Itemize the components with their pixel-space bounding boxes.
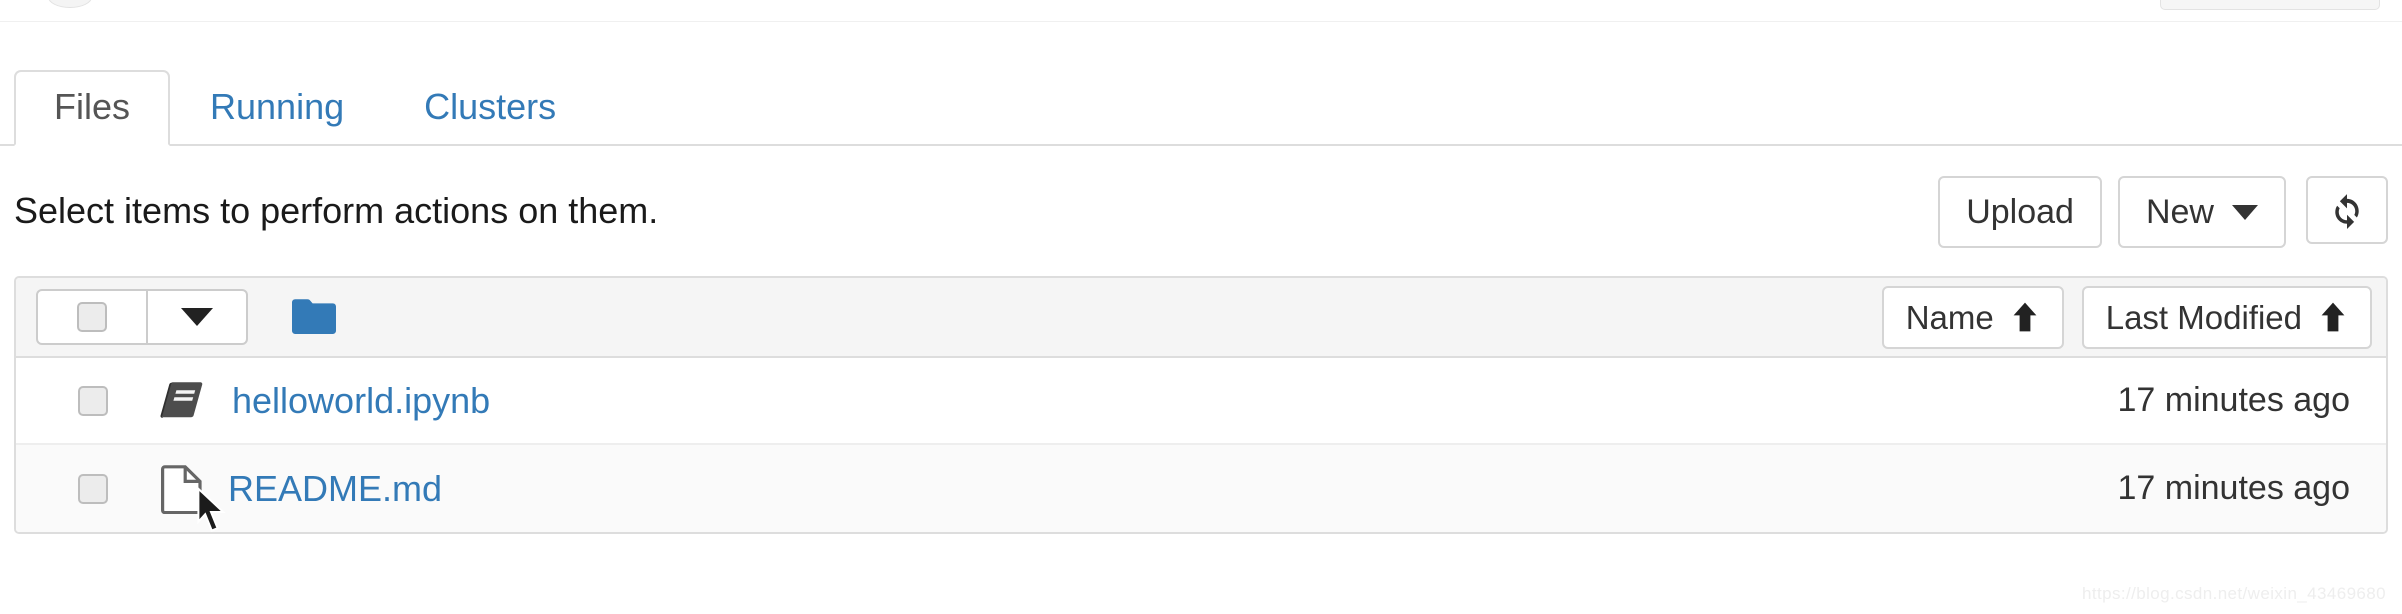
- top-chrome-strip: [0, 0, 2402, 22]
- table-row[interactable]: helloworld.ipynb 17 minutes ago: [16, 358, 2386, 445]
- sort-by-last-modified-button[interactable]: Last Modified: [2081, 285, 2372, 349]
- file-link[interactable]: README.md: [228, 468, 442, 510]
- file-last-modified: 17 minutes ago: [2117, 381, 2351, 419]
- toolbar-actions: Upload New: [1938, 176, 2388, 248]
- refresh-icon: [2335, 194, 2359, 229]
- notebook-icon: [160, 381, 203, 418]
- file-last-modified: 17 minutes ago: [2117, 469, 2351, 507]
- file-icon: [161, 464, 202, 514]
- tab-bar: Files Running Clusters: [0, 68, 2402, 146]
- folder-icon[interactable]: [290, 296, 342, 338]
- arrow-up-icon: [2013, 302, 2037, 332]
- sort-name-label: Name: [1905, 298, 1994, 336]
- sort-last-modified-label: Last Modified: [2105, 298, 2302, 336]
- top-cut-button-right[interactable]: [2160, 0, 2380, 10]
- select-all-group: [36, 289, 248, 345]
- caret-down-icon: [181, 308, 213, 326]
- toolbar: Select items to perform actions on them.…: [0, 176, 2402, 252]
- checkbox-icon: [77, 302, 107, 332]
- file-list-header-left: [36, 289, 342, 345]
- new-dropdown-button[interactable]: New: [2117, 176, 2286, 248]
- tab-list: Files Running Clusters: [14, 70, 596, 146]
- tab-clusters[interactable]: Clusters: [384, 70, 596, 146]
- selection-hint-text: Select items to perform actions on them.: [14, 190, 659, 231]
- row-checkbox[interactable]: [78, 385, 108, 416]
- jupyter-file-browser: Files Running Clusters Select items to p…: [0, 0, 2402, 614]
- select-all-dropdown[interactable]: [148, 289, 248, 345]
- chevron-down-icon: [2232, 204, 2258, 220]
- arrow-up-icon: [2321, 302, 2345, 332]
- tab-files[interactable]: Files: [14, 70, 171, 146]
- row-checkbox[interactable]: [78, 473, 108, 504]
- file-link[interactable]: helloworld.ipynb: [232, 380, 490, 422]
- top-cut-element-left: [48, 0, 92, 8]
- file-list-sort-controls: Name Last Modified: [1881, 285, 2372, 349]
- new-button-label: New: [2145, 193, 2214, 231]
- file-list: Name Last Modified helloworld.ipynb 17 m…: [14, 276, 2388, 534]
- tab-running[interactable]: Running: [170, 70, 384, 146]
- select-all-checkbox[interactable]: [36, 289, 148, 345]
- sort-by-name-button[interactable]: Name: [1881, 285, 2064, 349]
- table-row[interactable]: README.md 17 minutes ago: [16, 445, 2386, 532]
- upload-button[interactable]: Upload: [1938, 176, 2102, 248]
- file-list-header: Name Last Modified: [16, 278, 2386, 358]
- refresh-button[interactable]: [2306, 176, 2388, 244]
- watermark-text: https://blog.csdn.net/weixin_43469680: [2081, 584, 2386, 603]
